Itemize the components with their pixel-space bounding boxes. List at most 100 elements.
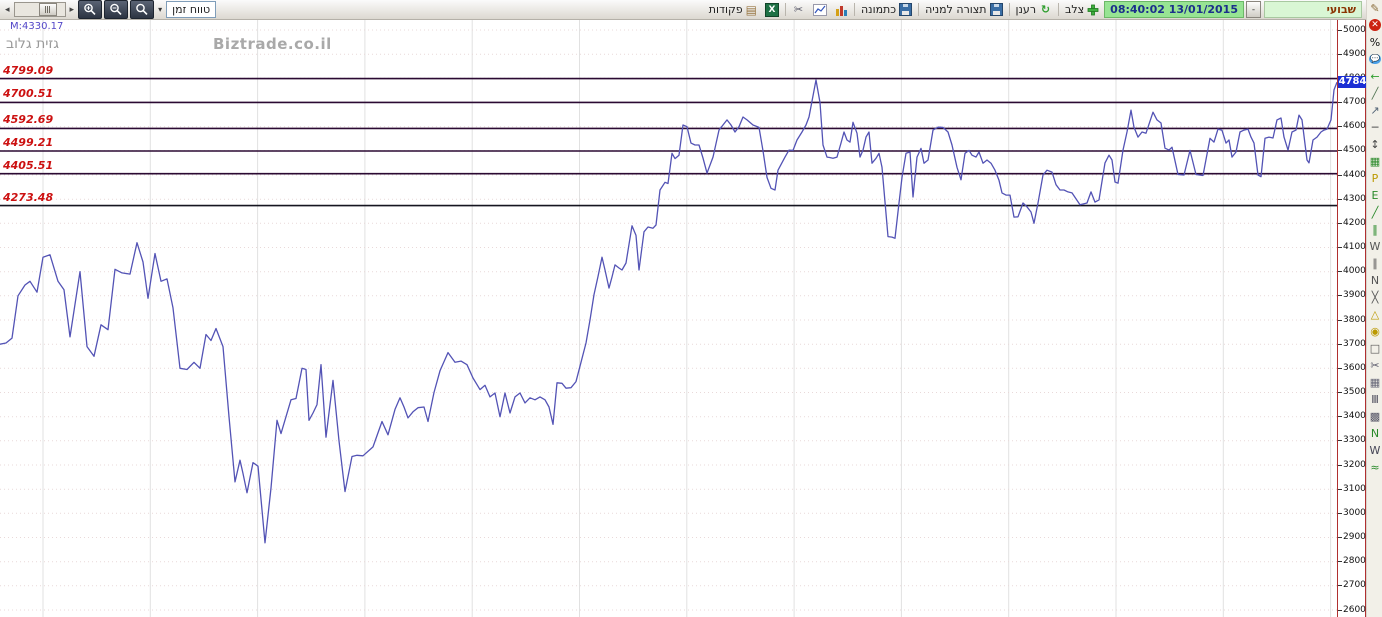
channel-icon[interactable]: ∥ xyxy=(1368,255,1382,272)
chart-scrollbar[interactable] xyxy=(14,2,66,17)
floppy-icon xyxy=(990,3,1003,16)
price-axis[interactable]: 5000490048004700460045004400430042004100… xyxy=(1337,20,1366,617)
axis-tick xyxy=(1338,126,1342,127)
bar-chart-icon xyxy=(835,4,848,16)
save-as-image-button[interactable]: כתמונה xyxy=(858,1,915,19)
axis-tick xyxy=(1338,585,1342,586)
axis-tick xyxy=(1338,465,1342,466)
separator xyxy=(854,3,855,16)
interval-combobox[interactable]: שבועי - xyxy=(1246,1,1362,18)
vertical-line-icon[interactable]: ↕ xyxy=(1368,136,1382,153)
axis-tick-label: 3800 xyxy=(1343,315,1366,325)
pivot-icon[interactable]: P xyxy=(1368,170,1382,187)
axis-tick-label: 4400 xyxy=(1343,170,1366,180)
interval-dropdown-button[interactable]: - xyxy=(1246,1,1261,18)
axis-tick-label: 3900 xyxy=(1343,290,1366,300)
axis-tick-label: 3000 xyxy=(1343,508,1366,518)
eraser-icon[interactable]: ✂ xyxy=(1368,357,1382,374)
axis-tick-label: 3200 xyxy=(1343,460,1366,470)
chart-title: גזית גלוב xyxy=(6,36,59,52)
volume-bars-icon[interactable]: ‖ xyxy=(1368,221,1382,238)
axis-tick xyxy=(1338,610,1342,611)
pattern-icon[interactable]: ▩ xyxy=(1368,408,1382,425)
comment-icon[interactable]: 💬 xyxy=(1369,54,1381,64)
grid-icon[interactable]: ▦ xyxy=(1368,374,1382,391)
axis-tick-label: 4100 xyxy=(1343,242,1366,252)
ellipse-icon[interactable]: ◉ xyxy=(1368,323,1382,340)
zoom-dropdown-button[interactable]: ▾ xyxy=(156,5,164,14)
axis-tick xyxy=(1338,247,1342,248)
scroll-right-button[interactable]: ▸ xyxy=(68,1,77,19)
chart-area[interactable]: M:4330.17 גזית גלוב Biztrade.co.il 4799.… xyxy=(0,20,1337,617)
bars-icon[interactable]: Ⅲ xyxy=(1368,391,1382,408)
zigzag2-icon[interactable]: N xyxy=(1368,272,1382,289)
axis-tick xyxy=(1338,489,1342,490)
chart-scrollbar-thumb[interactable] xyxy=(39,3,57,16)
axis-tick xyxy=(1338,175,1342,176)
axis-tick xyxy=(1338,295,1342,296)
level-label: 4700.51 xyxy=(3,87,53,100)
export-excel-button[interactable]: X xyxy=(762,1,782,19)
crosshair-button[interactable]: צלב xyxy=(1062,1,1102,19)
levels-icon[interactable]: E xyxy=(1368,187,1382,204)
axis-tick-label: 5000 xyxy=(1343,25,1366,35)
save-as-image-label: כתמונה xyxy=(861,3,896,16)
time-range-field[interactable]: טווח זמן xyxy=(166,1,216,18)
zoom-reset-button[interactable] xyxy=(130,0,154,19)
axis-tick xyxy=(1338,440,1342,441)
level-label: 4273.48 xyxy=(3,191,53,204)
level-label: 4592.69 xyxy=(3,113,53,126)
level-label: 4499.21 xyxy=(3,136,53,149)
ray-icon[interactable]: ↗ xyxy=(1368,102,1382,119)
zoom-in-button[interactable] xyxy=(78,0,102,19)
fibonacci-icon[interactable]: ╱ xyxy=(1368,204,1382,221)
pencil-icon[interactable]: ✎ xyxy=(1368,0,1382,17)
table-icon[interactable]: ▦ xyxy=(1368,153,1382,170)
refresh-button[interactable]: ↻ רענן xyxy=(1013,1,1056,19)
axis-tick-label: 4500 xyxy=(1343,145,1366,155)
axis-tick-label: 3700 xyxy=(1343,339,1366,349)
interval-value[interactable]: שבועי xyxy=(1264,1,1362,18)
back-arrow-icon[interactable]: ← xyxy=(1368,68,1382,85)
line-chart-button[interactable] xyxy=(810,1,830,19)
axis-tick-label: 2700 xyxy=(1343,580,1366,590)
triangle-icon[interactable]: △ xyxy=(1368,306,1382,323)
save-stock-config-button[interactable]: תצורה למניה xyxy=(922,1,1005,19)
bar-chart-button[interactable] xyxy=(832,1,851,19)
axis-tick-label: 2600 xyxy=(1343,605,1366,615)
horizontal-line-icon[interactable]: ─ xyxy=(1368,119,1382,136)
axis-tick-label: 3300 xyxy=(1343,435,1366,445)
axis-tick-label: 3400 xyxy=(1343,411,1366,421)
zigzag-w-icon[interactable]: W xyxy=(1368,442,1382,459)
axis-tick-label: 4700 xyxy=(1343,97,1366,107)
floppy-icon xyxy=(899,3,912,16)
close-icon[interactable]: ✕ xyxy=(1369,19,1381,31)
rectangle-icon[interactable]: □ xyxy=(1368,340,1382,357)
trendline-icon[interactable]: ╱ xyxy=(1368,85,1382,102)
percent-icon[interactable]: % xyxy=(1368,34,1382,51)
separator xyxy=(918,3,919,16)
axis-tick-label: 4900 xyxy=(1343,49,1366,59)
commands-button[interactable]: ▤ פקודות xyxy=(706,1,760,19)
crosshair-label: צלב xyxy=(1065,3,1084,16)
axis-tick xyxy=(1338,271,1342,272)
tools-button[interactable]: ✂ xyxy=(789,1,808,19)
zoom-in-icon xyxy=(83,3,97,16)
zoom-out-button[interactable] xyxy=(104,0,128,19)
separator xyxy=(1058,3,1059,16)
axis-tick-label: 4300 xyxy=(1343,194,1366,204)
scroll-left-button[interactable]: ◂ xyxy=(3,1,12,19)
axis-tick xyxy=(1338,561,1342,562)
wave-icon[interactable]: ≈ xyxy=(1368,459,1382,476)
zigzag-icon[interactable]: W xyxy=(1368,238,1382,255)
line-chart-icon xyxy=(813,4,827,16)
top-toolbar: ◂ ▸ ▾ טווח זמן xyxy=(0,0,1366,20)
zoom-out-icon xyxy=(109,3,123,16)
axis-tick xyxy=(1338,392,1342,393)
axis-tick xyxy=(1338,223,1342,224)
axis-tick-label: 4200 xyxy=(1343,218,1366,228)
cross-lines-icon[interactable]: ╳ xyxy=(1368,289,1382,306)
price-chart xyxy=(0,20,1337,617)
zigzag-green-icon[interactable]: N xyxy=(1368,425,1382,442)
toolbar-left-group: ◂ ▸ ▾ טווח זמן xyxy=(0,0,216,19)
